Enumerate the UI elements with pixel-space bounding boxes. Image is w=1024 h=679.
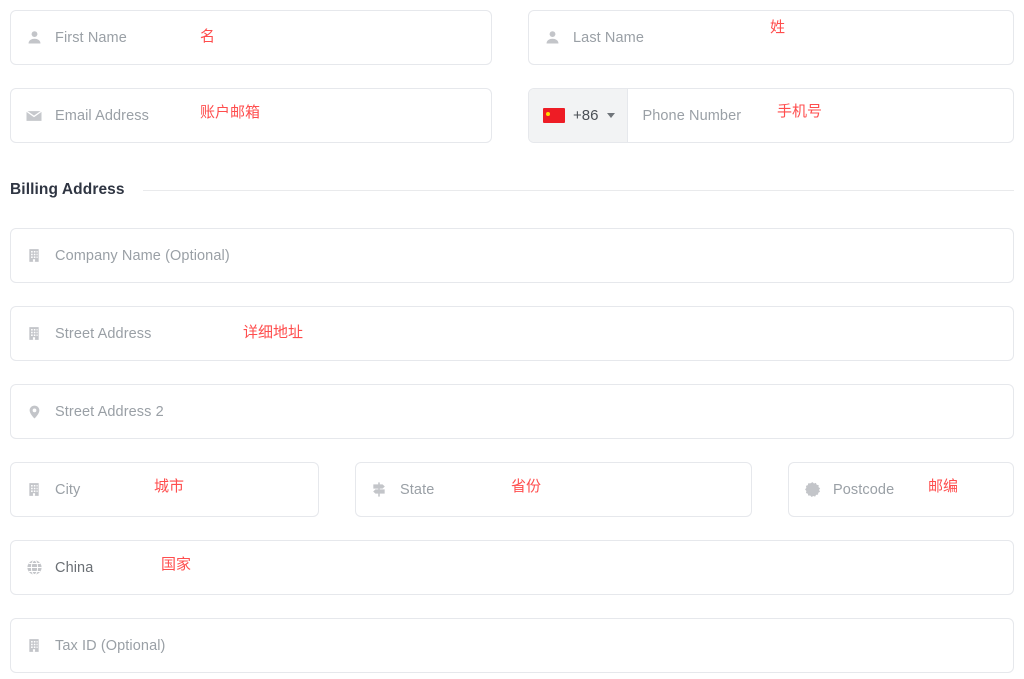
map-pin-icon [25,403,43,421]
postcode-field[interactable]: Postcode [788,462,1014,517]
email-field-placeholder: Email Address [55,107,149,124]
section-title: Billing Address [10,181,125,198]
city-field-annotation: 城市 [154,477,185,495]
country-select-value: China [55,559,94,576]
globe-icon [25,559,43,577]
postcode-field-placeholder: Postcode [833,481,895,498]
street-address-field[interactable]: Street Address [10,306,1014,361]
postcode-field-annotation: 邮编 [928,477,959,495]
person-icon [25,29,43,47]
phone-country-code-selector[interactable]: +86 [529,89,629,142]
email-field-annotation: 账户邮箱 [200,103,261,121]
flag-cn-icon [543,108,565,123]
street-address-field-annotation: 详细地址 [243,323,304,341]
chevron-down-icon [607,113,616,118]
phone-country-code-label: +86 [573,107,599,124]
street-address-2-field-placeholder: Street Address 2 [55,403,164,420]
street-address-2-field[interactable]: Street Address 2 [10,384,1014,439]
envelope-icon [25,107,43,125]
tax-id-field[interactable]: Tax ID (Optional) [10,618,1014,673]
tax-id-field-placeholder: Tax ID (Optional) [55,637,166,654]
phone-field-annotation: 手机号 [777,102,823,120]
state-field-annotation: 省份 [511,477,542,495]
state-field[interactable]: State [355,462,752,517]
phone-number-placeholder: Phone Number [642,107,742,124]
company-name-field[interactable]: Company Name (Optional) [10,228,1014,283]
city-field-placeholder: City [55,481,81,498]
building-icon [25,325,43,343]
first-name-field-annotation: 名 [200,27,216,45]
section-divider [142,189,1014,191]
building-icon [25,637,43,655]
last-name-field-annotation: 姓 [770,18,786,36]
gear-icon [803,481,821,499]
signpost-icon [370,481,388,499]
building-icon [25,481,43,499]
country-select-annotation: 国家 [161,555,192,573]
first-name-field[interactable]: First Name [10,10,492,65]
billing-form-page: Billing Address First Name Last Name Email… [0,0,1024,679]
first-name-field-placeholder: First Name [55,29,127,46]
building-icon [25,247,43,265]
person-icon [543,29,561,47]
phone-field[interactable]: +86 Phone Number [528,88,1014,143]
billing-address-section-header: Billing Address [10,181,1014,199]
last-name-field-placeholder: Last Name [573,29,645,46]
street-address-field-placeholder: Street Address [55,325,152,342]
company-name-field-placeholder: Company Name (Optional) [55,247,230,264]
state-field-placeholder: State [400,481,435,498]
